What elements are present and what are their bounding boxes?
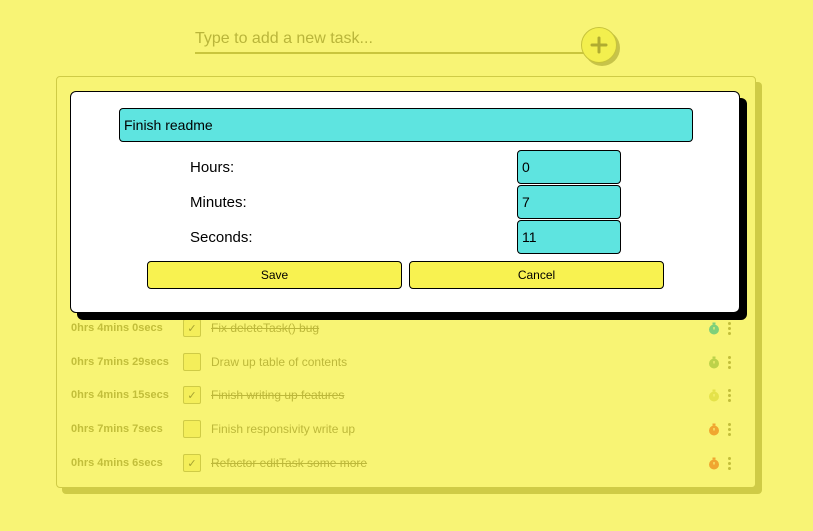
- task-time: 0hrs 7mins 29secs: [71, 356, 169, 368]
- plus-icon: [590, 36, 608, 54]
- cancel-button[interactable]: Cancel: [409, 261, 664, 289]
- task-checkbox[interactable]: ✓: [183, 454, 201, 472]
- task-name[interactable]: Finish responsivity write up: [211, 422, 708, 436]
- task-checkbox[interactable]: ✓: [183, 319, 201, 337]
- task-time: 0hrs 4mins 0secs: [71, 322, 163, 334]
- hours-input[interactable]: [517, 150, 621, 184]
- stopwatch-icon[interactable]: [708, 423, 720, 436]
- task-name[interactable]: Fix deleteTask() bug: [211, 321, 708, 335]
- task-checkbox[interactable]: [183, 353, 201, 371]
- more-options-icon[interactable]: [728, 422, 731, 436]
- task-row: 0hrs 7mins 29secs Draw up table of conte…: [71, 352, 741, 372]
- more-options-icon[interactable]: [728, 321, 731, 335]
- stopwatch-icon[interactable]: [708, 322, 720, 335]
- seconds-input[interactable]: [517, 220, 621, 254]
- add-task-button[interactable]: [581, 27, 617, 63]
- stopwatch-icon[interactable]: [708, 356, 720, 369]
- task-checkbox[interactable]: ✓: [183, 386, 201, 404]
- task-row: 0hrs 4mins 15secs ✓ Finish writing up fe…: [71, 385, 741, 405]
- more-options-icon[interactable]: [728, 388, 731, 402]
- save-button[interactable]: Save: [147, 261, 402, 289]
- task-row: 0hrs 7mins 7secs Finish responsivity wri…: [71, 419, 741, 439]
- more-options-icon[interactable]: [728, 355, 731, 369]
- seconds-label: Seconds:: [190, 229, 253, 246]
- stopwatch-icon[interactable]: [708, 457, 720, 470]
- task-row: 0hrs 4mins 6secs ✓ Refactor editTask som…: [71, 453, 741, 473]
- new-task-input[interactable]: [195, 26, 585, 52]
- more-options-icon[interactable]: [728, 456, 731, 470]
- task-title-input[interactable]: [119, 108, 693, 142]
- hours-label: Hours:: [190, 159, 235, 176]
- task-name[interactable]: Finish writing up features: [211, 388, 708, 402]
- task-name[interactable]: Refactor editTask some more: [211, 456, 708, 470]
- minutes-label: Minutes:: [190, 194, 247, 211]
- minutes-input[interactable]: [517, 185, 621, 219]
- task-row: 0hrs 4mins 0secs ✓ Fix deleteTask() bug: [71, 318, 741, 338]
- stopwatch-icon[interactable]: [708, 389, 720, 402]
- task-name[interactable]: Draw up table of contents: [211, 355, 708, 369]
- task-time: 0hrs 4mins 6secs: [71, 457, 163, 469]
- task-time: 0hrs 4mins 15secs: [71, 389, 169, 401]
- task-time: 0hrs 7mins 7secs: [71, 423, 163, 435]
- edit-task-modal: Hours: Minutes: Seconds: Save Cancel: [70, 91, 740, 313]
- new-task-field: [195, 26, 585, 54]
- task-checkbox[interactable]: [183, 420, 201, 438]
